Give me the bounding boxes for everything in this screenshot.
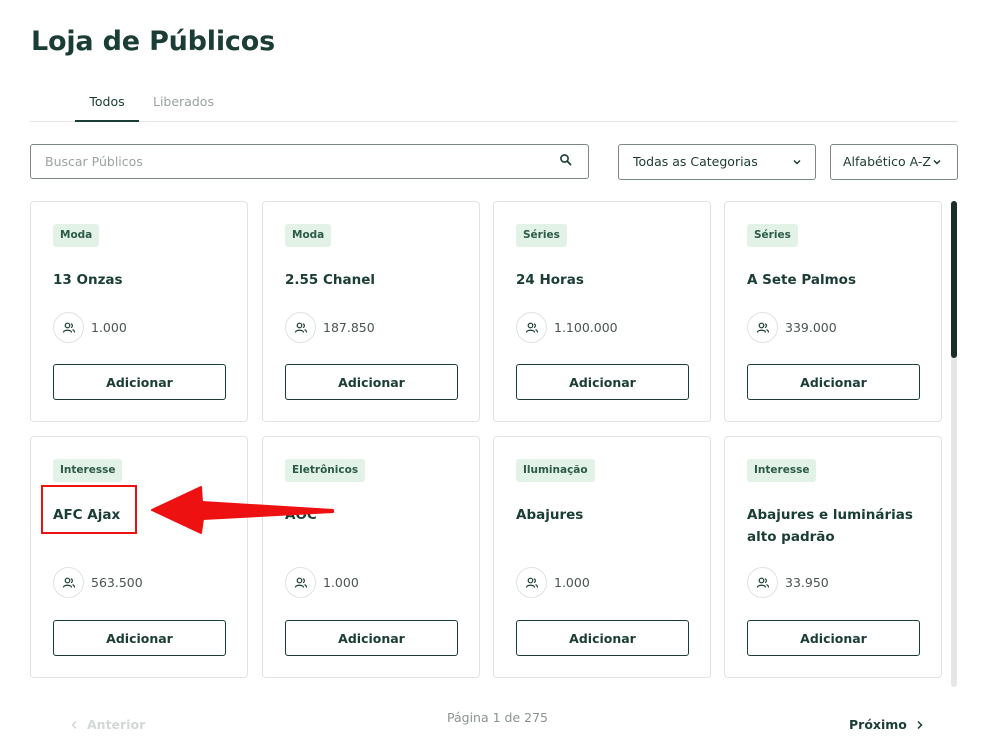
category-badge: Interesse — [747, 459, 817, 482]
add-button[interactable]: Adicionar — [747, 364, 920, 400]
category-badge: Iluminação — [516, 459, 595, 482]
audience-card: Moda 13 Onzas 1.000 Adicionar — [30, 201, 248, 422]
audience-name: 2.55 Chanel — [285, 272, 376, 288]
category-select-value: Todas as Categorias — [633, 154, 758, 169]
tab-liberados[interactable]: Liberados — [153, 94, 214, 121]
add-button[interactable]: Adicionar — [285, 620, 458, 656]
tab-todos[interactable]: Todos — [75, 94, 139, 122]
audience-card: Séries A Sete Palmos 339.000 Adicionar — [724, 201, 942, 422]
previous-page-label: Anterior — [87, 717, 146, 732]
audience-card: Interesse Abajures e luminárias alto pad… — [724, 436, 942, 678]
add-button[interactable]: Adicionar — [285, 364, 458, 400]
search-box — [30, 144, 589, 179]
audience-count: 33.950 — [785, 575, 829, 590]
page-indicator: Página 1 de 275 — [447, 710, 548, 725]
add-button[interactable]: Adicionar — [53, 364, 226, 400]
sort-select-value: Alfabético A-Z — [843, 154, 931, 169]
add-button[interactable]: Adicionar — [53, 620, 226, 656]
users-icon — [285, 567, 316, 598]
audience-card: Iluminação Abajures 1.000 Adicionar — [493, 436, 711, 678]
audience-count: 339.000 — [785, 320, 837, 335]
users-icon — [747, 567, 778, 598]
audience-card: Moda 2.55 Chanel 187.850 Adicionar — [262, 201, 480, 422]
annotation-arrow — [151, 486, 334, 534]
users-icon — [516, 312, 547, 343]
category-badge: Moda — [53, 224, 100, 247]
sort-select[interactable]: Alfabético A-Z — [830, 144, 958, 180]
audience-count: 1.100.000 — [554, 320, 618, 335]
users-icon — [516, 567, 547, 598]
users-icon — [53, 312, 84, 343]
audience-count: 187.850 — [323, 320, 375, 335]
page-title: Loja de Públicos — [31, 26, 275, 57]
audience-count: 1.000 — [91, 320, 127, 335]
add-button[interactable]: Adicionar — [747, 620, 920, 656]
category-badge: Séries — [516, 224, 567, 247]
audience-name: 24 Horas — [516, 272, 584, 288]
category-badge: Interesse — [53, 459, 123, 482]
annotation-highlight-box — [41, 485, 137, 534]
audience-name: Abajures e luminárias alto padrão — [747, 507, 913, 545]
users-icon — [285, 312, 316, 343]
chevron-down-icon — [933, 159, 941, 165]
previous-page-button[interactable]: Anterior — [70, 717, 145, 732]
next-page-label: Próximo — [849, 717, 907, 732]
search-icon[interactable] — [559, 153, 573, 167]
category-badge: Séries — [747, 224, 798, 247]
category-badge: Moda — [285, 224, 332, 247]
tab-bar: Todos Liberados — [30, 88, 958, 122]
audience-card: Séries 24 Horas 1.100.000 Adicionar — [493, 201, 711, 422]
category-select[interactable]: Todas as Categorias — [618, 144, 816, 180]
audience-count: 1.000 — [323, 575, 359, 590]
scrollbar-thumb[interactable] — [951, 201, 957, 358]
users-icon — [747, 312, 778, 343]
audience-name: A Sete Palmos — [747, 272, 856, 288]
add-button[interactable]: Adicionar — [516, 364, 689, 400]
category-badge: Eletrônicos — [285, 459, 366, 482]
audience-name: 13 Onzas — [53, 272, 123, 288]
audience-card: Eletrônicos AOC 1.000 Adicionar — [262, 436, 480, 678]
audience-count: 1.000 — [554, 575, 590, 590]
add-button[interactable]: Adicionar — [516, 620, 689, 656]
audience-card: Interesse AFC Ajax 563.500 Adicionar — [30, 436, 248, 678]
search-input[interactable] — [45, 145, 545, 178]
audience-name: Abajures — [516, 507, 584, 523]
chevron-right-icon — [917, 720, 923, 730]
next-page-button[interactable]: Próximo — [849, 717, 924, 732]
chevron-left-icon — [71, 720, 77, 730]
users-icon — [53, 567, 84, 598]
audience-count: 563.500 — [91, 575, 143, 590]
chevron-down-icon — [793, 159, 801, 165]
